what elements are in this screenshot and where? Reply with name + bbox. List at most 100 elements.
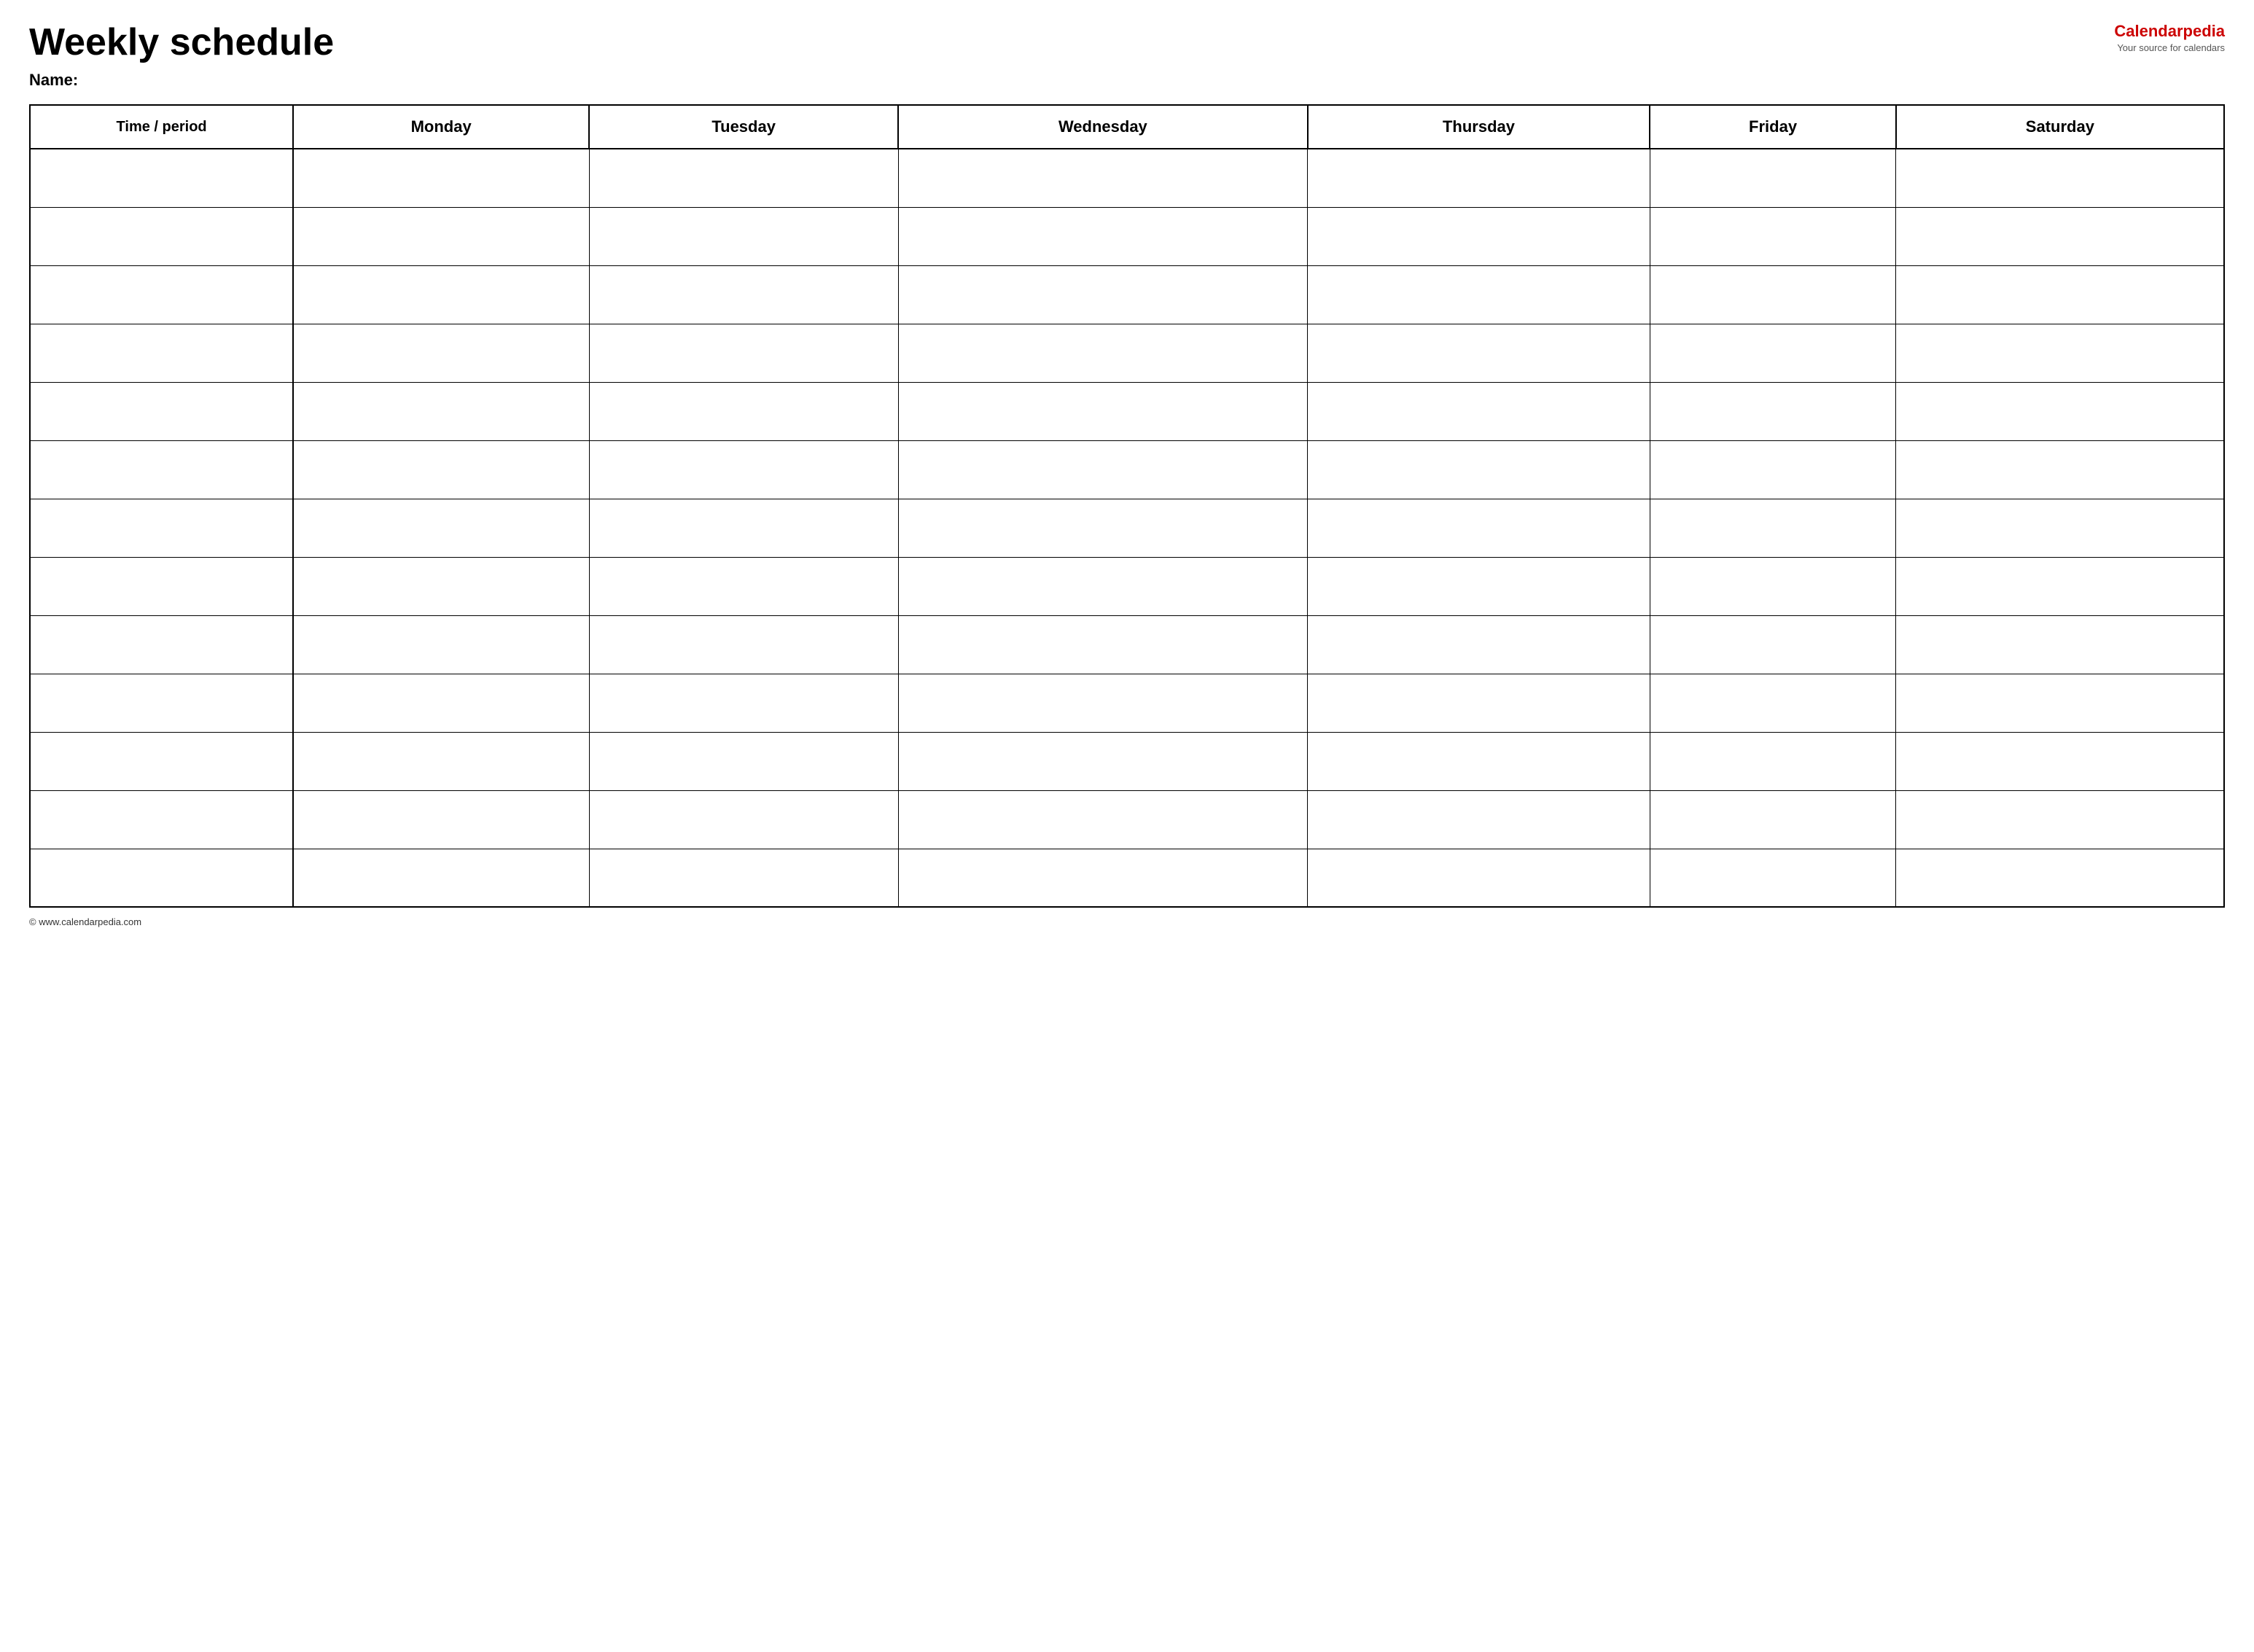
time-cell[interactable] — [30, 732, 293, 790]
schedule-cell[interactable] — [589, 265, 898, 324]
schedule-cell[interactable] — [293, 732, 589, 790]
time-cell[interactable] — [30, 207, 293, 265]
schedule-cell[interactable] — [1896, 849, 2224, 907]
logo-text: Calendarpedia — [2114, 22, 2225, 41]
schedule-cell[interactable] — [898, 615, 1307, 674]
table-body — [30, 149, 2224, 907]
schedule-cell[interactable] — [293, 149, 589, 207]
schedule-cell[interactable] — [1896, 790, 2224, 849]
col-header-saturday: Saturday — [1896, 105, 2224, 149]
schedule-cell[interactable] — [1308, 732, 1650, 790]
time-cell[interactable] — [30, 674, 293, 732]
schedule-cell[interactable] — [898, 324, 1307, 382]
col-header-tuesday: Tuesday — [589, 105, 898, 149]
time-cell[interactable] — [30, 324, 293, 382]
schedule-cell[interactable] — [1896, 674, 2224, 732]
schedule-cell[interactable] — [1308, 149, 1650, 207]
schedule-cell[interactable] — [293, 849, 589, 907]
time-cell[interactable] — [30, 265, 293, 324]
schedule-cell[interactable] — [293, 790, 589, 849]
schedule-cell[interactable] — [1308, 557, 1650, 615]
schedule-cell[interactable] — [1650, 790, 1895, 849]
schedule-cell[interactable] — [1650, 849, 1895, 907]
schedule-cell[interactable] — [1650, 440, 1895, 499]
table-row — [30, 615, 2224, 674]
table-row — [30, 790, 2224, 849]
schedule-cell[interactable] — [1650, 674, 1895, 732]
time-cell[interactable] — [30, 440, 293, 499]
schedule-cell[interactable] — [898, 382, 1307, 440]
schedule-cell[interactable] — [898, 849, 1307, 907]
schedule-cell[interactable] — [1896, 615, 2224, 674]
schedule-cell[interactable] — [898, 790, 1307, 849]
schedule-cell[interactable] — [293, 615, 589, 674]
schedule-cell[interactable] — [589, 440, 898, 499]
schedule-cell[interactable] — [1650, 207, 1895, 265]
schedule-cell[interactable] — [293, 382, 589, 440]
time-cell[interactable] — [30, 149, 293, 207]
schedule-cell[interactable] — [293, 499, 589, 557]
time-cell[interactable] — [30, 382, 293, 440]
schedule-cell[interactable] — [1308, 849, 1650, 907]
schedule-cell[interactable] — [1308, 265, 1650, 324]
col-header-wednesday: Wednesday — [898, 105, 1307, 149]
time-cell[interactable] — [30, 615, 293, 674]
schedule-cell[interactable] — [1896, 732, 2224, 790]
col-header-thursday: Thursday — [1308, 105, 1650, 149]
schedule-cell[interactable] — [898, 265, 1307, 324]
schedule-cell[interactable] — [898, 732, 1307, 790]
schedule-cell[interactable] — [898, 149, 1307, 207]
schedule-cell[interactable] — [293, 557, 589, 615]
time-cell[interactable] — [30, 499, 293, 557]
schedule-cell[interactable] — [1308, 615, 1650, 674]
schedule-cell[interactable] — [1650, 149, 1895, 207]
time-cell[interactable] — [30, 557, 293, 615]
schedule-cell[interactable] — [293, 207, 589, 265]
schedule-cell[interactable] — [1650, 732, 1895, 790]
schedule-cell[interactable] — [589, 615, 898, 674]
schedule-cell[interactable] — [1896, 265, 2224, 324]
schedule-cell[interactable] — [589, 149, 898, 207]
schedule-cell[interactable] — [1308, 440, 1650, 499]
schedule-cell[interactable] — [1308, 382, 1650, 440]
time-cell[interactable] — [30, 790, 293, 849]
schedule-cell[interactable] — [589, 674, 898, 732]
schedule-table: Time / period Monday Tuesday Wednesday T… — [29, 104, 2225, 908]
schedule-cell[interactable] — [1896, 440, 2224, 499]
schedule-cell[interactable] — [589, 557, 898, 615]
schedule-cell[interactable] — [1650, 499, 1895, 557]
schedule-cell[interactable] — [1308, 207, 1650, 265]
schedule-cell[interactable] — [898, 674, 1307, 732]
schedule-cell[interactable] — [1896, 324, 2224, 382]
schedule-cell[interactable] — [1650, 265, 1895, 324]
schedule-cell[interactable] — [1896, 149, 2224, 207]
schedule-cell[interactable] — [1308, 674, 1650, 732]
schedule-cell[interactable] — [1896, 557, 2224, 615]
schedule-cell[interactable] — [589, 207, 898, 265]
schedule-cell[interactable] — [1308, 324, 1650, 382]
schedule-cell[interactable] — [589, 382, 898, 440]
schedule-cell[interactable] — [293, 265, 589, 324]
schedule-cell[interactable] — [1650, 382, 1895, 440]
schedule-cell[interactable] — [293, 440, 589, 499]
schedule-cell[interactable] — [1650, 557, 1895, 615]
schedule-cell[interactable] — [898, 207, 1307, 265]
schedule-cell[interactable] — [1650, 615, 1895, 674]
schedule-cell[interactable] — [1896, 382, 2224, 440]
schedule-cell[interactable] — [898, 557, 1307, 615]
schedule-cell[interactable] — [589, 790, 898, 849]
time-cell[interactable] — [30, 849, 293, 907]
schedule-cell[interactable] — [898, 440, 1307, 499]
schedule-cell[interactable] — [589, 324, 898, 382]
schedule-cell[interactable] — [589, 499, 898, 557]
schedule-cell[interactable] — [589, 732, 898, 790]
schedule-cell[interactable] — [1896, 499, 2224, 557]
schedule-cell[interactable] — [1896, 207, 2224, 265]
schedule-cell[interactable] — [1308, 499, 1650, 557]
schedule-cell[interactable] — [293, 324, 589, 382]
schedule-cell[interactable] — [589, 849, 898, 907]
schedule-cell[interactable] — [1650, 324, 1895, 382]
schedule-cell[interactable] — [1308, 790, 1650, 849]
schedule-cell[interactable] — [293, 674, 589, 732]
schedule-cell[interactable] — [898, 499, 1307, 557]
